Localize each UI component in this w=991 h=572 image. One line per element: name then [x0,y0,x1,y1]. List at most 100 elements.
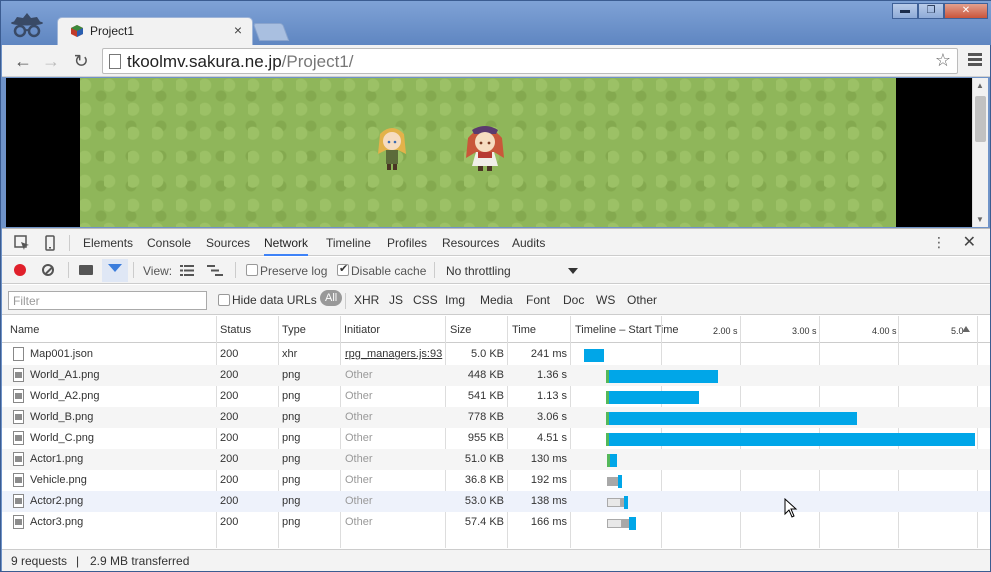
column-time[interactable]: Time [512,324,536,336]
filter-type-media[interactable]: Media [480,293,513,307]
bookmark-star-icon[interactable]: ☆ [935,50,951,71]
column-status[interactable]: Status [220,324,251,336]
request-name[interactable]: Actor2.png [30,495,83,507]
filter-type-font[interactable]: Font [526,293,550,307]
inspect-element-icon[interactable] [14,235,30,251]
filter-funnel-icon[interactable] [108,264,122,272]
filter-type-js[interactable]: JS [389,293,403,307]
request-type: png [282,474,301,486]
table-row[interactable]: World_B.png 200 png Other 778 KB 3.06 s [2,407,990,428]
browser-toolbar: ← → ↻ tkoolmv.sakura.ne.jp/Project1/ ☆ [2,45,990,77]
table-row[interactable]: World_A1.png 200 png Other 448 KB 1.36 s [2,365,990,386]
timeline-download-bar [609,412,857,425]
request-name[interactable]: Actor3.png [30,516,83,528]
divider [235,262,236,278]
table-row[interactable]: Actor2.png 200 png Other 53.0 KB 138 ms [2,491,990,512]
request-type: png [282,516,301,528]
column-initiator[interactable]: Initiator [344,324,380,336]
request-time: 3.06 s [537,411,567,423]
request-name[interactable]: World_B.png [30,411,93,423]
filter-type-doc[interactable]: Doc [563,293,584,307]
table-row[interactable]: World_C.png 200 png Other 955 KB 4.51 s [2,428,990,449]
filter-type-xhr[interactable]: XHR [354,293,379,307]
sort-ascending-icon[interactable] [962,326,970,332]
column-timeline[interactable]: Timeline – Start Time [575,324,679,336]
tab-network[interactable]: Network [264,236,309,256]
back-arrow-icon[interactable]: ← [12,50,34,72]
filter-input[interactable] [8,291,207,310]
tab-close-icon[interactable]: × [234,22,242,38]
large-rows-view-icon[interactable] [180,265,194,276]
minimize-button[interactable]: ▬ [892,3,918,19]
chrome-menu-icon[interactable] [968,51,982,69]
table-row[interactable]: World_A2.png 200 png Other 541 KB 1.13 s [2,386,990,407]
image-file-icon [13,452,24,466]
address-bar[interactable]: tkoolmv.sakura.ne.jp/Project1/ ☆ [102,48,958,74]
request-initiator: Other [345,474,373,486]
overview-view-icon[interactable] [207,265,223,276]
table-row[interactable]: Actor3.png 200 png Other 57.4 KB 166 ms [2,512,990,533]
device-mode-icon[interactable] [42,235,58,251]
filter-type-all[interactable]: All [320,290,343,306]
reload-icon[interactable]: ↻ [70,50,92,72]
filter-type-ws[interactable]: WS [596,293,615,307]
filter-type-css[interactable]: CSS [413,293,438,307]
request-status: 200 [220,453,239,465]
page-vertical-scrollbar[interactable]: ▲ ▼ [972,78,988,227]
capture-screenshots-icon[interactable] [79,265,93,275]
maximize-button[interactable]: ❐ [918,3,944,19]
column-type[interactable]: Type [282,324,306,336]
close-window-button[interactable]: ✕ [944,3,988,19]
tab-elements[interactable]: Elements [83,236,133,250]
title-bar: Project1 × ▬ ❐ ✕ [1,1,991,45]
hide-data-urls-checkbox[interactable] [218,294,230,306]
request-name[interactable]: Actor1.png [30,453,83,465]
request-status: 200 [220,432,239,444]
scroll-down-icon[interactable]: ▼ [976,215,984,224]
throttling-dropdown-icon[interactable] [568,268,578,274]
forward-arrow-icon[interactable]: → [40,50,62,72]
new-tab-button[interactable] [252,23,290,41]
image-file-icon [13,368,24,382]
tab-profiles[interactable]: Profiles [387,236,427,250]
request-name[interactable]: Map001.json [30,348,93,360]
table-row[interactable]: Actor1.png 200 png Other 51.0 KB 130 ms [2,449,990,470]
tab-timeline[interactable]: Timeline [326,236,371,250]
column-name[interactable]: Name [10,324,39,336]
table-row[interactable]: Vehicle.png 200 png Other 36.8 KB 192 ms [2,470,990,491]
actor-sprite-redhead [466,126,504,171]
record-icon[interactable] [14,264,26,276]
url-text[interactable]: tkoolmv.sakura.ne.jp/Project1/ [127,52,353,72]
divider [434,262,435,278]
tab-title: Project1 [90,24,135,38]
game-canvas[interactable] [80,78,896,227]
request-name[interactable]: World_A2.png [30,390,100,402]
request-name[interactable]: World_C.png [30,432,94,444]
timeline-tick: 3.00 s [792,326,817,336]
tab-console[interactable]: Console [147,236,191,250]
timeline-download-bar [609,370,718,383]
preserve-log-checkbox[interactable] [246,264,258,276]
tab-project1[interactable]: Project1 × [57,17,253,45]
preserve-log-label: Preserve log [260,264,328,278]
clear-icon[interactable] [42,264,54,276]
tab-resources[interactable]: Resources [442,236,499,250]
devtools-menu-icon[interactable]: ⋮ [932,234,946,251]
scroll-up-icon[interactable]: ▲ [976,81,984,90]
throttling-select[interactable]: No throttling [446,264,511,278]
disable-cache-checkbox[interactable] [337,262,349,276]
request-name[interactable]: Vehicle.png [30,474,87,486]
tab-audits[interactable]: Audits [512,236,545,250]
filter-type-img[interactable]: Img [445,293,465,307]
request-name[interactable]: World_A1.png [30,369,100,381]
scroll-thumb[interactable] [975,96,986,142]
image-file-icon [13,515,24,529]
network-toolbar: View: Preserve log Disable cache No thro… [2,257,990,284]
tab-sources[interactable]: Sources [206,236,250,250]
request-initiator[interactable]: rpg_managers.js:93 [345,348,442,360]
request-type: png [282,369,301,381]
close-devtools-icon[interactable]: ✕ [963,232,976,252]
column-size[interactable]: Size [450,324,471,336]
filter-type-other[interactable]: Other [627,293,657,307]
table-row[interactable]: Map001.json 200 xhr rpg_managers.js:93 5.0 K… [2,344,990,365]
